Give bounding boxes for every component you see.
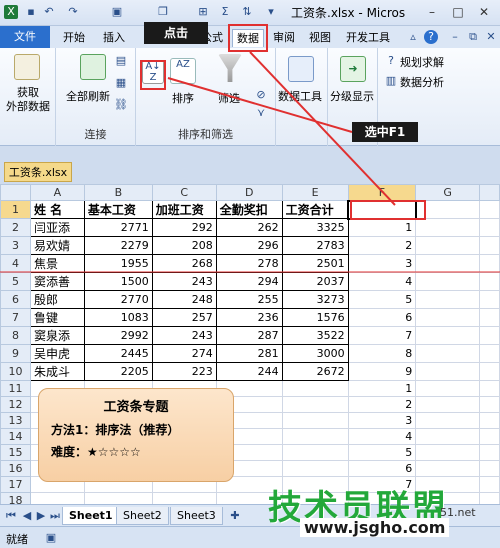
card-title: 工资条专题 [103,400,169,415]
arrow-sort-to-callout [167,77,353,133]
card-difficulty: 难度：★☆☆☆☆ [51,445,141,459]
watermark-url: www.jsgho.com [300,518,450,537]
arrow-data-to-f1 [249,51,396,206]
card-method: 方法1：排序法（推荐） [51,423,180,437]
info-card: 工资条专题 方法1：排序法（推荐） 难度：★☆☆☆☆ [38,388,234,482]
